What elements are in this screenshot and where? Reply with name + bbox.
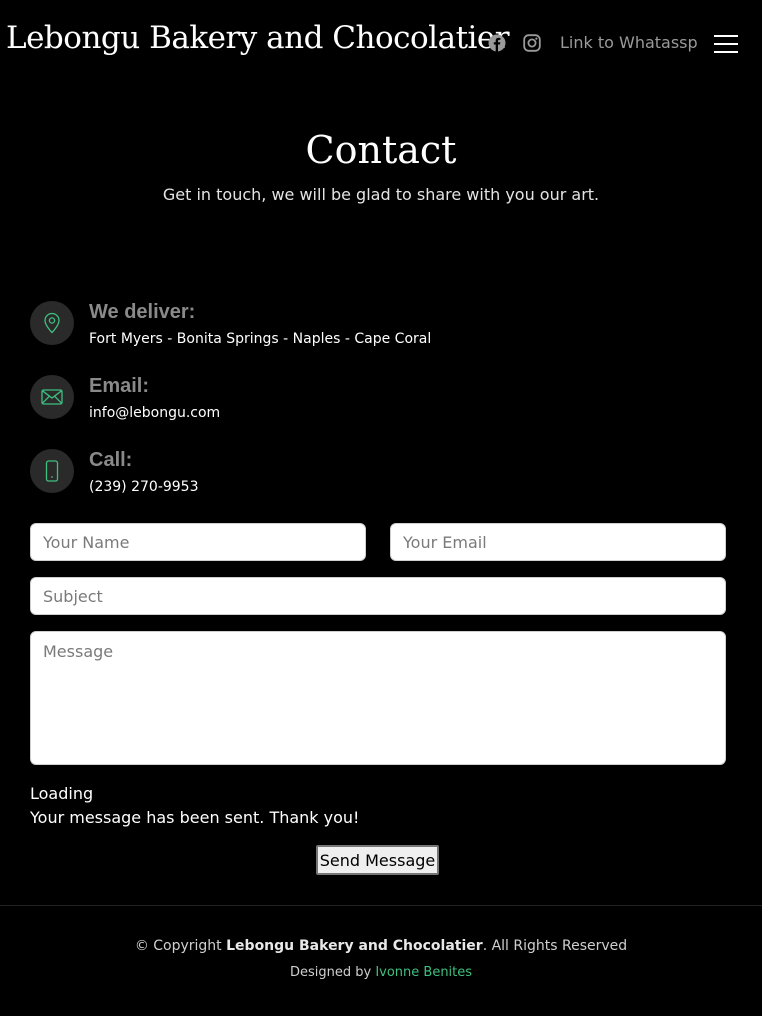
info-label: Email: (89, 375, 150, 397)
email-input[interactable] (390, 523, 726, 561)
facebook-icon[interactable] (486, 32, 508, 54)
rights-text: . All Rights Reserved (482, 938, 628, 954)
copyright-prefix: © Copyright (134, 938, 222, 954)
page-subtitle: Get in touch, we will be glad to share w… (162, 185, 600, 204)
site-logo[interactable]: Lebongu Bakery and Chocolatier (6, 20, 510, 56)
instagram-icon[interactable] (521, 32, 543, 54)
designed-by-label: Designed by (289, 965, 372, 980)
site-header: Lebongu Bakery and Chocolatier Link to W… (0, 0, 762, 86)
info-delivery: We deliver: Fort Myers - Bonita Springs … (30, 301, 730, 361)
hamburger-menu-icon[interactable] (714, 32, 738, 54)
info-label: Call: (89, 449, 133, 471)
sent-message: Your message has been sent. Thank you! (30, 808, 360, 827)
phone-number[interactable]: (239) 270-9953 (89, 479, 199, 495)
copyright: © Copyright Lebongu Bakery and Chocolati… (0, 938, 762, 954)
info-call: Call: (239) 270-9953 (30, 449, 730, 509)
phone-icon (30, 449, 74, 493)
page-title: Contact (305, 128, 457, 172)
info-label: We deliver: (89, 301, 196, 323)
loading-text: Loading (30, 784, 94, 803)
envelope-icon (30, 375, 74, 419)
designer-link[interactable]: Ivonne Benites (375, 965, 472, 980)
subject-input[interactable] (30, 577, 726, 615)
send-message-button[interactable]: Send Message (316, 845, 439, 875)
credits: Designed by Ivonne Benites (0, 965, 762, 980)
company-name: Lebongu Bakery and Chocolatier (226, 938, 483, 954)
email-address[interactable]: info@lebongu.com (89, 405, 220, 421)
info-email: Email: info@lebongu.com (30, 375, 730, 435)
name-input[interactable] (30, 523, 366, 561)
footer-divider (0, 905, 762, 906)
map-pin-icon (30, 301, 74, 345)
whatsapp-link[interactable]: Link to Whatassp (560, 33, 698, 52)
message-textarea[interactable] (30, 631, 726, 765)
delivery-areas: Fort Myers - Bonita Springs - Naples - C… (89, 331, 432, 347)
